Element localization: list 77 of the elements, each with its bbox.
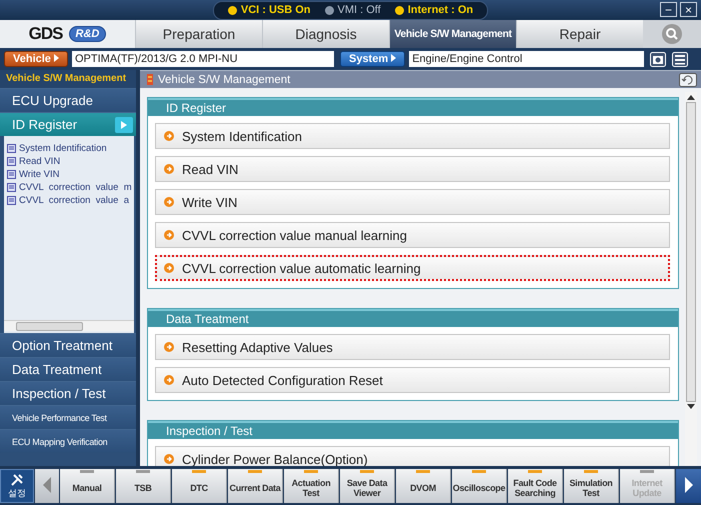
tree-item[interactable]: Read VIN [19, 156, 60, 167]
tree-item[interactable]: CVVL correction value m [19, 182, 132, 193]
tree-item[interactable]: CVVL correction value a [19, 195, 130, 206]
settings-button[interactable]: 설정 [0, 469, 34, 503]
arrow-icon [164, 197, 174, 207]
list-icon[interactable] [672, 52, 688, 66]
section-title: Data Treatment [148, 309, 678, 327]
toolbar-button[interactable]: TSB [116, 469, 171, 503]
arrow-icon [164, 263, 174, 273]
arrow-icon [164, 131, 174, 141]
system-button[interactable]: System [340, 51, 406, 67]
vehicle-button[interactable]: Vehicle [4, 51, 68, 67]
nav-tab[interactable]: Preparation [135, 20, 262, 48]
logo-text: GDS [28, 24, 62, 44]
function-button[interactable]: Write VIN [155, 189, 670, 215]
play-icon [391, 54, 396, 62]
function-button[interactable]: Resetting Adaptive Values [155, 334, 670, 360]
document-icon [7, 144, 16, 153]
tree-item[interactable]: Write VIN [19, 169, 60, 180]
status-label: Internet : On [408, 4, 474, 16]
function-button[interactable]: System Identification [155, 123, 670, 149]
arrow-icon [164, 342, 174, 352]
toolbar-button[interactable]: Oscilloscope [452, 469, 507, 503]
window-control-button[interactable]: − [660, 2, 677, 17]
horizontal-scrollbar[interactable] [4, 320, 134, 331]
toolbar-button[interactable]: Current Data [228, 469, 283, 503]
toolbar-button[interactable]: Fault Code Searching [508, 469, 563, 503]
status-label: VMI : Off [338, 4, 381, 16]
function-button[interactable]: Read VIN [155, 156, 670, 182]
vehicle-field: OPTIMA(TF)/2013/G 2.0 MPI-NU [72, 51, 334, 67]
toolbar-button[interactable]: Save Data Viewer [340, 469, 395, 503]
sidebar-item-label: ID Register [12, 117, 78, 132]
section-title: Inspection / Test [148, 421, 678, 439]
arrow-icon [164, 230, 174, 240]
function-button[interactable]: Auto Detected Configuration Reset [155, 367, 670, 393]
up-arrow-icon[interactable] [687, 94, 695, 100]
function-button[interactable]: Cylinder Power Balance(Option) [155, 446, 670, 466]
arrow-icon [164, 375, 174, 385]
nav-tab[interactable]: Diagnosis [262, 20, 389, 48]
window-control-button[interactable]: × [680, 2, 697, 17]
toolbar-button[interactable]: Manual [60, 469, 115, 503]
content-title: Vehicle S/W Management [158, 74, 290, 86]
system-field: Engine/Engine Control [409, 51, 644, 67]
down-arrow-icon[interactable] [687, 404, 695, 410]
status-label: VCI : USB On [240, 4, 311, 16]
function-button[interactable]: CVVL correction value manual learning [155, 222, 670, 248]
toolbar-button[interactable]: DVOM [396, 469, 451, 503]
previous-button[interactable] [35, 469, 59, 503]
sidebar-item[interactable]: ID Register [0, 112, 136, 136]
search-icon[interactable] [661, 23, 683, 45]
camera-icon[interactable] [650, 52, 666, 66]
document-icon [7, 196, 16, 205]
bookmark-icon [147, 74, 153, 85]
tree-item[interactable]: System Identification [19, 143, 107, 154]
toolbar-button[interactable]: Simulation Test [564, 469, 619, 503]
tools-icon [10, 472, 24, 486]
vertical-scrollbar[interactable] [685, 92, 697, 466]
right-arrow-icon [684, 476, 694, 494]
document-icon [7, 157, 16, 166]
nav-tab[interactable]: Repair [516, 20, 643, 48]
sidebar-item-label: ECU Upgrade [12, 93, 93, 108]
document-icon [7, 183, 16, 192]
section-title: ID Register [148, 98, 678, 116]
play-icon [54, 54, 59, 62]
sidebar-title: Vehicle S/W Management [0, 70, 136, 88]
function-button[interactable]: CVVL correction value automatic learning [155, 255, 670, 281]
toolbar-button[interactable]: Actuation Test [284, 469, 339, 503]
next-button[interactable] [676, 469, 701, 503]
nav-tab[interactable]: Vehicle S/W Management [389, 20, 516, 48]
arrow-icon [164, 164, 174, 174]
document-icon [7, 170, 16, 179]
logo-badge: R&D [68, 26, 106, 42]
arrow-icon [164, 454, 174, 464]
left-arrow-icon [42, 476, 52, 494]
retry-icon[interactable] [679, 72, 697, 86]
play-icon [115, 116, 133, 132]
toolbar-button[interactable]: DTC [172, 469, 227, 503]
